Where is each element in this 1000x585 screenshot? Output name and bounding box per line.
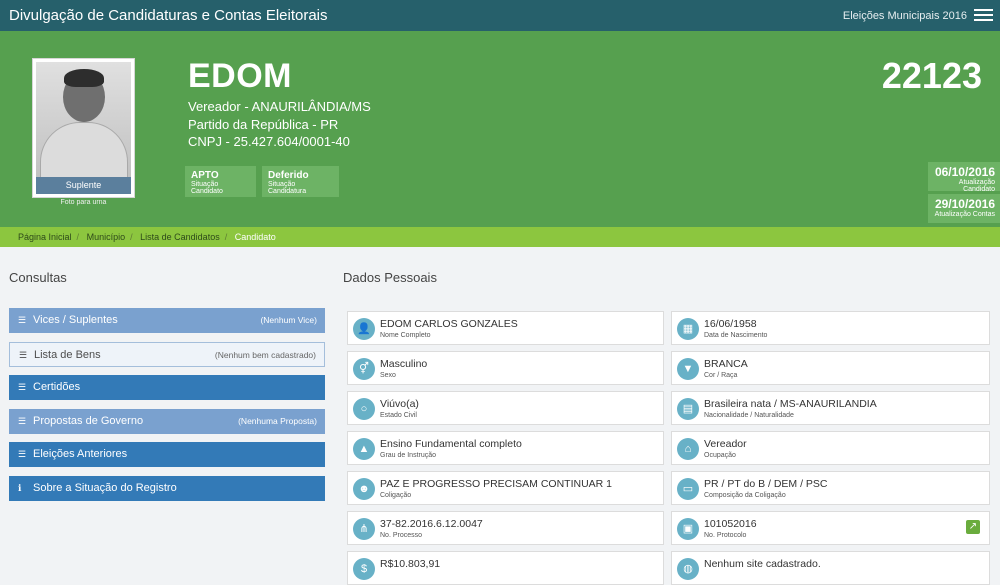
- photo-note: Foto para urna: [60, 199, 107, 206]
- certidoes-button[interactable]: ☰ Certidões: [9, 375, 325, 400]
- candidate-photo: Suplente: [32, 58, 135, 198]
- list-icon: ☰: [18, 382, 27, 392]
- candidate-party: Partido da República - PR: [188, 117, 339, 132]
- list-icon: ☰: [18, 416, 27, 426]
- institution-icon: ⌂: [677, 438, 699, 460]
- field-ocupacao: ⌂ Vereador Ocupação: [671, 431, 990, 465]
- consultas-title: Consultas: [9, 270, 67, 285]
- candidate-role: Vereador - ANAURILÂNDIA/MS: [188, 99, 371, 114]
- candidate-header: Suplente Foto para urna EDOM Vereador - …: [0, 31, 1000, 227]
- map-icon: ▤: [677, 398, 699, 420]
- group-icon: ☻: [353, 478, 375, 500]
- sitemap-icon: ⋔: [353, 518, 375, 540]
- photo-caption: Suplente: [36, 177, 131, 194]
- election-label[interactable]: Eleições Municipais 2016: [843, 10, 967, 22]
- field-estado-civil: ○ Viúvo(a) Estado Civil: [347, 391, 664, 425]
- field-numero-protocolo: ▣ 101052016 No. Protocolo ↗: [671, 511, 990, 545]
- globe-icon: ◍: [677, 558, 699, 580]
- status-candidacy-badge: Deferido Situação Candidatura: [262, 166, 339, 197]
- field-grau-instrucao: ▲ Ensino Fundamental completo Grau de In…: [347, 431, 664, 465]
- field-composicao-coligacao: ▭ PR / PT do B / DEM / PSC Composição da…: [671, 471, 990, 505]
- lista-de-bens-button[interactable]: ☰ Lista de Bens (Nenhum bem cadastrado): [9, 342, 325, 367]
- ring-icon: ○: [353, 398, 375, 420]
- user-icon: 👤: [353, 318, 375, 340]
- hamburger-menu-icon[interactable]: [974, 9, 993, 22]
- app-title[interactable]: Divulgação de Candidaturas e Contas Elei…: [9, 7, 328, 24]
- breadcrumb: Página Inicial / Município / Lista de Cand…: [0, 227, 1000, 247]
- candidate-portrait: [36, 62, 131, 194]
- list-icon: ☰: [18, 449, 27, 459]
- vices-badge: (Nenhum Vice): [260, 315, 317, 325]
- calendar-icon: ▦: [677, 318, 699, 340]
- candidate-number: 22123: [881, 55, 982, 96]
- update-accounts-badge: 29/10/2016 Atualização Contas: [928, 194, 1000, 223]
- external-link-icon[interactable]: ↗: [966, 520, 980, 534]
- field-numero-processo: ⋔ 37-82.2016.6.12.0047 No. Processo: [347, 511, 664, 545]
- candidate-name: EDOM: [188, 57, 292, 95]
- top-bar: Divulgação de Candidaturas e Contas Elei…: [0, 0, 1000, 31]
- dollar-icon: $: [353, 558, 375, 580]
- field-cor-raca: ▼ BRANCA Cor / Raça: [671, 351, 990, 385]
- field-limite-gastos: $ R$10.803,91: [347, 551, 664, 585]
- list-icon: ☰: [18, 315, 27, 325]
- graduation-icon: ▲: [353, 438, 375, 460]
- breadcrumb-candidate-list[interactable]: Lista de Candidatos: [140, 232, 220, 242]
- eleicoes-anteriores-button[interactable]: ☰ Eleições Anteriores: [9, 442, 325, 467]
- field-site: ◍ Nenhum site cadastrado.: [671, 551, 990, 585]
- field-nacionalidade: ▤ Brasileira nata / MS-ANAURILANDIA Naci…: [671, 391, 990, 425]
- candidate-cnpj: CNPJ - 25.427.604/0001-40: [188, 134, 350, 149]
- breadcrumb-home[interactable]: Página Inicial: [18, 232, 72, 242]
- field-nome-completo: 👤 EDOM CARLOS GONZALES Nome Completo: [347, 311, 664, 345]
- field-sexo: ⚥ Masculino Sexo: [347, 351, 664, 385]
- status-candidate-badge: APTO Situação Candidato: [185, 166, 256, 197]
- shirt-icon: ▼: [677, 358, 699, 380]
- dados-pessoais-title: Dados Pessoais: [343, 270, 437, 285]
- situacao-registro-button[interactable]: ℹ Sobre a Situação do Registro: [9, 476, 325, 501]
- propostas-badge: (Nenhuma Proposta): [238, 416, 317, 426]
- folder-icon: ▭: [677, 478, 699, 500]
- vices-suplentes-button[interactable]: ☰ Vices / Suplentes (Nenhum Vice): [9, 308, 325, 333]
- bens-badge: (Nenhum bem cadastrado): [214, 350, 316, 360]
- info-icon: ℹ: [18, 483, 22, 493]
- field-coligacao: ☻ PAZ E PROGRESSO PRECISAM CONTINUAR 1 C…: [347, 471, 664, 505]
- breadcrumb-current: Candidato: [234, 232, 276, 242]
- propostas-button[interactable]: ☰ Propostas de Governo (Nenhuma Proposta): [9, 409, 325, 434]
- list-icon: ☰: [19, 350, 28, 360]
- field-data-nascimento: ▦ 16/06/1958 Data de Nascimento: [671, 311, 990, 345]
- update-candidate-badge: 06/10/2016 Atualização Candidato: [928, 162, 1000, 193]
- breadcrumb-municipio[interactable]: Município: [87, 232, 126, 242]
- briefcase-icon: ▣: [677, 518, 699, 540]
- gender-icon: ⚥: [353, 358, 375, 380]
